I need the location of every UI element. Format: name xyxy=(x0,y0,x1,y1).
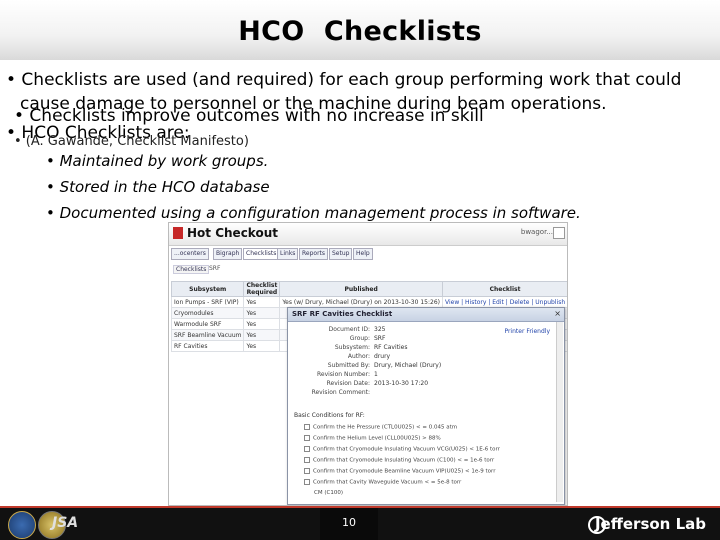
jefferson-lab-logo: Jefferson Lab xyxy=(594,515,706,533)
user-label: bwagor... xyxy=(520,228,553,236)
cell: Yes xyxy=(243,340,281,352)
cell: Yes xyxy=(243,329,281,341)
checkbox[interactable] xyxy=(304,446,310,452)
app-title: Hot Checkout xyxy=(187,226,278,240)
section-heading: Basic Conditions for RF: xyxy=(294,412,365,419)
bullet-2-note: • (A. Gawande, Checklist Manifesto) xyxy=(14,134,249,149)
field-subsystem: Subsystem: RF Cavities xyxy=(292,344,408,351)
col-subsystem[interactable]: Subsystem xyxy=(170,281,245,297)
field-value: 2013-10-30 17:20 xyxy=(374,380,429,387)
popup-scrollbar[interactable] xyxy=(556,322,563,502)
field-label: Revision Date: xyxy=(326,380,370,387)
close-icon[interactable]: × xyxy=(554,309,561,318)
field-label: Submitted By: xyxy=(327,362,370,369)
tab-bigraph[interactable]: Bigraph xyxy=(213,248,243,260)
app-header: Hot Checkout bwagor... xyxy=(169,223,567,246)
checkbox[interactable] xyxy=(304,424,310,430)
cell-actions[interactable]: View | History | Edit | Delete | Unpubli… xyxy=(441,296,567,308)
field-value: SRF xyxy=(374,335,386,342)
sub-bullet-2: • Stored in the HCO database xyxy=(46,178,270,196)
doe-seal-icon xyxy=(8,511,36,539)
tab-help[interactable]: Help xyxy=(353,248,373,260)
field-group: Group: SRF xyxy=(292,335,386,342)
slide-title: HCO Checklists xyxy=(238,16,482,47)
search-input[interactable] xyxy=(553,227,565,239)
cell: SRF Beamline Vacuum xyxy=(170,329,245,341)
check-label: Confirm that Cavity Waveguide Vacuum < =… xyxy=(313,479,462,486)
check-item[interactable]: Confirm that Cryomodule Insulating Vacuu… xyxy=(304,446,500,453)
sub-bullet-1: • Maintained by work groups. xyxy=(46,152,269,170)
popup-header: SRF RF Cavities Checklist × xyxy=(288,308,564,322)
field-value: Drury, Michael (Drury) xyxy=(374,362,442,369)
field-label: Author: xyxy=(347,353,370,360)
cell: Cryomodules xyxy=(170,307,245,319)
field-label: Subsystem: xyxy=(334,344,370,351)
app-screenshot: Hot Checkout bwagor... ...ocenters Bigra… xyxy=(168,222,568,506)
field-submitted-by: Submitted By: Drury, Michael (Drury) xyxy=(292,362,442,369)
check-item[interactable]: Confirm the He Pressure (CTL0U025) < = 0… xyxy=(304,424,457,431)
check-label: Confirm that Cryomodule Insulating Vacuu… xyxy=(313,446,500,453)
page-number: 10 xyxy=(342,516,356,529)
cell: Yes (w/ Drury, Michael (Drury) on 2013-1… xyxy=(279,296,443,308)
field-label: Revision Number: xyxy=(316,371,370,378)
table-row[interactable]: Ion Pumps - SRF (VIP) Yes Yes (w/ Drury,… xyxy=(170,296,567,308)
tab-reports[interactable]: Reports xyxy=(299,248,329,260)
col-checklist-required[interactable]: Checklist Required xyxy=(243,281,281,297)
check-item-note: CM (C100) xyxy=(314,490,343,496)
cell: Yes xyxy=(243,296,281,308)
field-value: 325 xyxy=(374,326,386,333)
field-label: Revision Comment: xyxy=(311,389,370,396)
tab-links[interactable]: Links xyxy=(277,248,299,260)
table-header-row: Subsystem Checklist Required Published C… xyxy=(170,281,567,297)
check-label: Confirm that Cryomodule Beamline Vacuum … xyxy=(313,468,496,475)
check-label: Confirm the He Pressure (CTL0U025) < = 0… xyxy=(313,424,458,431)
sub-bullet-3: • Documented using a configuration manag… xyxy=(46,204,581,222)
tab-ocenters[interactable]: ...ocenters xyxy=(171,248,209,260)
field-value: 1 xyxy=(374,371,378,378)
printer-friendly-link[interactable]: Printer Friendly xyxy=(504,328,550,335)
check-label: Confirm the Helium Level (CLL00U025) > 8… xyxy=(313,435,441,442)
popup-title: SRF RF Cavities Checklist xyxy=(292,310,393,318)
checkmark-logo-icon xyxy=(173,227,183,239)
col-published[interactable]: Published xyxy=(279,281,443,297)
field-revision-comment: Revision Comment: xyxy=(292,389,374,396)
check-item[interactable]: Confirm that Cryomodule Insulating Vacuu… xyxy=(304,457,494,464)
field-value: drury xyxy=(374,353,391,360)
cell: Yes xyxy=(243,307,281,319)
check-item[interactable]: Confirm the Helium Level (CLL00U025) > 8… xyxy=(304,435,441,442)
field-revision-number: Revision Number: 1 xyxy=(292,371,378,378)
field-value: RF Cavities xyxy=(374,344,408,351)
field-label: Document ID: xyxy=(328,326,370,333)
check-label: Confirm that Cryomodule Insulating Vacuu… xyxy=(313,457,495,464)
checklist-popup: SRF RF Cavities Checklist × Printer Frie… xyxy=(287,307,565,505)
cell: Ion Pumps - SRF (VIP) xyxy=(170,296,245,308)
slide: HCO Checklists • Checklists are used (an… xyxy=(0,0,720,540)
field-document-id: Document ID: 325 xyxy=(292,326,386,333)
checkbox[interactable] xyxy=(304,468,310,474)
field-revision-date: Revision Date: 2013-10-30 17:20 xyxy=(292,380,428,387)
field-author: Author: drury xyxy=(292,353,390,360)
checkbox[interactable] xyxy=(304,457,310,463)
checkbox[interactable] xyxy=(304,479,310,485)
breadcrumb[interactable]: Checklists xyxy=(173,265,210,274)
field-label: Group: xyxy=(349,335,370,342)
cell: Yes xyxy=(243,318,281,330)
jsa-logo: JSA xyxy=(52,515,79,531)
col-checklist[interactable]: Checklist xyxy=(441,281,567,297)
tab-checklists[interactable]: Checklists xyxy=(243,248,280,260)
bullet-1-line-1: • Checklists are used (and required) for… xyxy=(6,70,682,90)
check-item[interactable]: Confirm that Cryomodule Beamline Vacuum … xyxy=(304,468,495,475)
checkbox[interactable] xyxy=(304,435,310,441)
cell: Warmodule SRF xyxy=(170,318,245,330)
breadcrumb-sub: SRF xyxy=(209,265,221,272)
cell: RF Cavities xyxy=(170,340,245,352)
check-item[interactable]: Confirm that Cavity Waveguide Vacuum < =… xyxy=(304,479,461,486)
tab-setup[interactable]: Setup xyxy=(329,248,353,260)
